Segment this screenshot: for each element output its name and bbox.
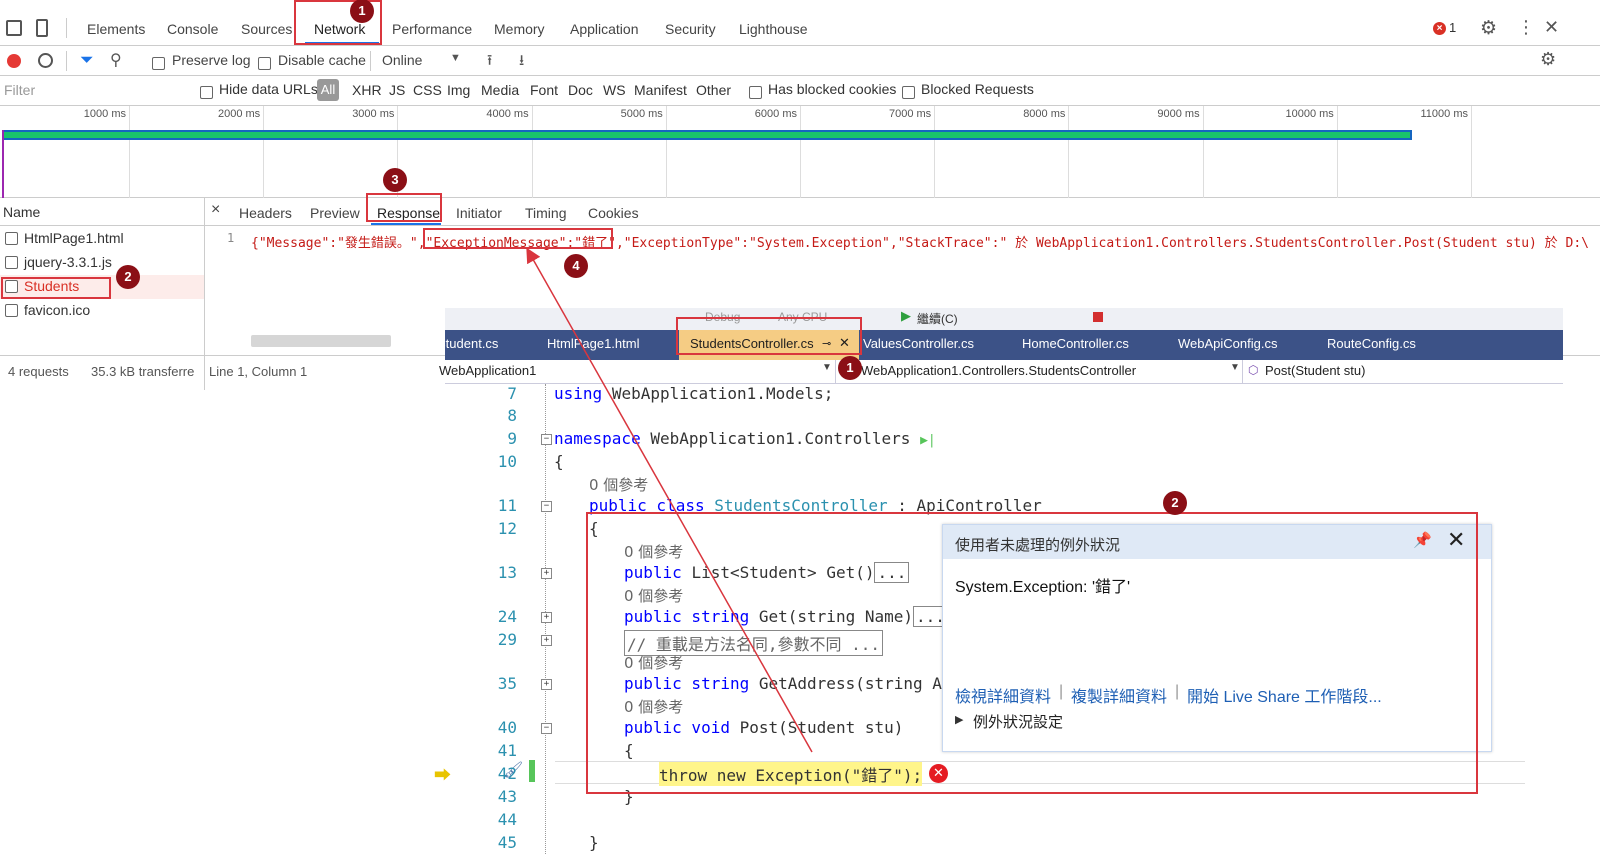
annotation-arrow [526,247,813,753]
